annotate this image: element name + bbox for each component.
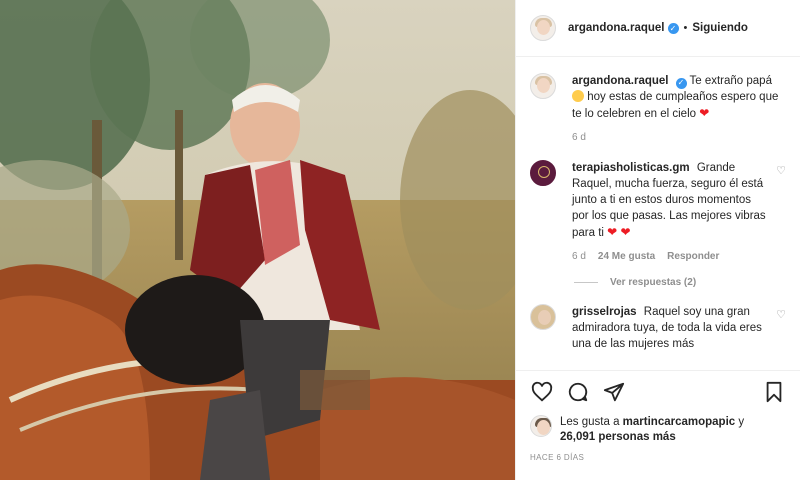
comment-like-heart-icon[interactable]: ♡ <box>776 308 786 352</box>
caption-username[interactable]: argandona.raquel <box>572 75 669 87</box>
likes-prefix: Les gusta a <box>560 416 620 428</box>
verified-icon: ✓ <box>675 77 687 89</box>
likes-connector: y <box>738 416 745 428</box>
post-header: argandona.raquel ✓ • Siguiendo <box>516 0 800 57</box>
photo-illustration <box>0 0 515 480</box>
verified-icon: ✓ <box>667 22 679 34</box>
following-button[interactable]: Siguiendo <box>692 22 748 34</box>
view-replies[interactable]: Ver respuestas (2) <box>574 277 786 288</box>
comment-like-heart-icon[interactable]: ♡ <box>776 164 786 265</box>
comment-age: 6 d <box>572 251 586 262</box>
caption-age: 6 d <box>572 132 586 143</box>
action-bar <box>530 379 786 405</box>
bookmark-icon[interactable] <box>762 380 786 404</box>
likes-count[interactable]: 26,091 personas más <box>560 431 676 443</box>
comment-item: terapiasholisticas.gm Grande Raquel, muc… <box>530 160 786 265</box>
header-separator: • <box>683 22 688 34</box>
comments-list[interactable]: argandona.raquel ✓ Te extraño papá hoy es… <box>516 57 800 370</box>
post-timestamp[interactable]: HACE 6 DÍAS <box>530 453 786 462</box>
commenter-username[interactable]: grisselrojas <box>572 306 637 318</box>
red-heart-emoji-icon: ❤ <box>699 106 710 120</box>
author-username[interactable]: argandona.raquel <box>568 22 665 34</box>
view-replies-label[interactable]: Ver respuestas (2) <box>610 277 696 288</box>
actions-section: Les gusta a martincarcamopapic y 26,091 … <box>516 370 800 480</box>
post-photo[interactable] <box>0 0 515 480</box>
caption-avatar[interactable] <box>530 73 556 99</box>
author-avatar[interactable] <box>530 15 556 41</box>
caption-text-part2: hoy estas de cumpleaños espero que te lo… <box>572 91 779 120</box>
sad-face-emoji-icon <box>572 90 584 102</box>
share-icon[interactable] <box>602 380 626 404</box>
liker-avatar[interactable] <box>530 415 552 437</box>
red-heart-emoji-icon: ❤ ❤ <box>607 225 631 239</box>
comment-item: grisselrojas Raquel soy una gran admirad… <box>530 304 786 352</box>
reply-button[interactable]: Responder <box>667 249 719 265</box>
comment-likes[interactable]: 24 Me gusta <box>598 249 655 265</box>
liker-username[interactable]: martincarcamopapic <box>623 416 736 428</box>
likes-summary: Les gusta a martincarcamopapic y 26,091 … <box>530 415 786 445</box>
commenter-username[interactable]: terapiasholisticas.gm <box>572 162 690 174</box>
commenter-avatar[interactable] <box>530 304 556 330</box>
replies-divider <box>574 282 598 283</box>
commenter-avatar[interactable] <box>530 160 556 186</box>
post-panel: argandona.raquel ✓ • Siguiendo argandona… <box>515 0 800 480</box>
caption: argandona.raquel ✓ Te extraño papá hoy es… <box>530 73 786 146</box>
caption-text-part1: Te extraño papá <box>689 75 772 87</box>
comment-icon[interactable] <box>566 380 590 404</box>
heart-icon[interactable] <box>530 380 554 404</box>
